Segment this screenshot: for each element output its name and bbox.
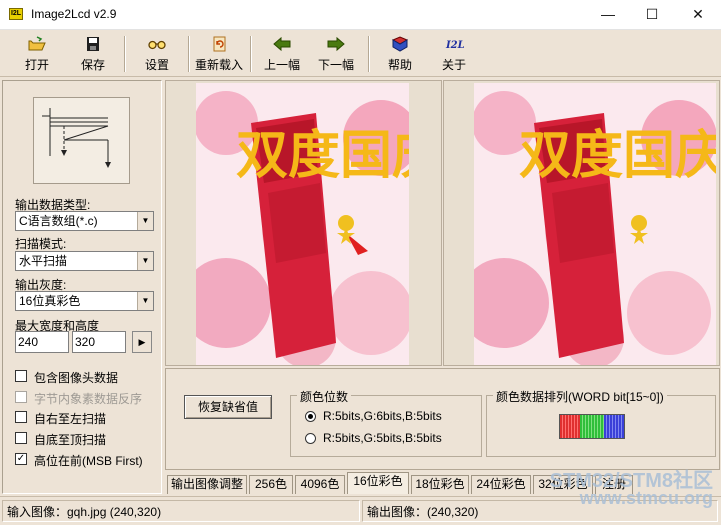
title-bar: I2L Image2Lcd v2.9 — ☐ ✕ — [0, 0, 721, 30]
toolbar-separator — [250, 36, 252, 72]
radio-555-circle[interactable] — [305, 433, 316, 444]
prev-label: 上一幅 — [263, 58, 300, 72]
color-bit-order-bar[interactable] — [559, 414, 625, 439]
max-height-input[interactable]: 320 — [72, 331, 126, 353]
color-settings-panel: 恢复缺省值 颜色位数 R:5bits,G:6bits,B:5bits R:5bi… — [165, 368, 720, 470]
maximize-button[interactable]: ☐ — [629, 0, 675, 30]
output-type-value: C语言数组(*.c) — [19, 214, 98, 228]
checkbox-bottom-to-top-label: 自底至顶扫描 — [34, 433, 107, 447]
output-image: 双度国庆 HAPPY NATION'S DAY — [474, 83, 716, 365]
svg-text:I2L: I2L — [445, 40, 464, 51]
scan-direction-icon — [42, 108, 111, 168]
arrow-right-icon — [327, 36, 345, 52]
input-image-artwork: 双度国庆 HAPPY NATION'S DAY — [196, 83, 409, 365]
checkbox-include-header-label: 包含图像头数据 — [34, 371, 119, 385]
next-button[interactable]: 下一幅 — [312, 33, 360, 75]
output-image-text: 双度国庆 HAPPY NATION'S DAY — [519, 125, 716, 186]
checkbox-msb-first-label: 高位在前(MSB First) — [34, 454, 143, 468]
checkbox-bottom-to-top-box[interactable] — [15, 432, 27, 444]
open-folder-icon — [28, 36, 46, 51]
open-button[interactable]: 打开 — [14, 33, 60, 75]
app-logo-icon: I2L — [9, 8, 23, 20]
i2l-logo-icon: I2L — [445, 40, 464, 51]
tab-24bit-color[interactable]: 24位彩色 — [471, 475, 531, 494]
window-title: Image2Lcd v2.9 — [31, 7, 117, 21]
color-order-group: 颜色数据排列(WORD bit[15~0]) — [486, 388, 716, 457]
radio-565-circle[interactable] — [305, 411, 316, 422]
tab-18bit-color[interactable]: 18位彩色 — [411, 475, 469, 494]
next-label: 下一幅 — [317, 58, 354, 72]
green-bits — [580, 415, 604, 438]
minimize-button[interactable]: — — [585, 0, 631, 30]
chevron-down-icon[interactable]: ▼ — [137, 212, 153, 230]
blue-bits — [604, 415, 624, 438]
reload-icon — [213, 36, 226, 52]
checkbox-right-to-left-box[interactable] — [15, 411, 27, 423]
color-order-title: 颜色数据排列(WORD bit[15~0]) — [493, 388, 667, 405]
tab-output-adjust[interactable]: 输出图像调整 — [167, 475, 247, 494]
help-button[interactable]: 帮助 — [378, 33, 422, 75]
save-button[interactable]: 保存 — [70, 33, 116, 75]
scan-mode-select[interactable]: 水平扫描 ▼ — [15, 251, 154, 271]
scan-mode-diagram — [33, 97, 130, 184]
apply-size-button[interactable]: ▶ — [132, 331, 152, 353]
output-type-select[interactable]: C语言数组(*.c) ▼ — [15, 211, 154, 231]
restore-defaults-button[interactable]: 恢复缺省值 — [184, 395, 272, 419]
checkbox-reverse-bytes-label: 字节内象素数据反序 — [34, 392, 143, 406]
max-width-input[interactable]: 240 — [15, 331, 69, 353]
red-bits — [560, 415, 580, 438]
prev-button[interactable]: 上一幅 — [258, 33, 306, 75]
tab-16bit-color[interactable]: 16位彩色 — [347, 472, 409, 494]
color-bits-title: 颜色位数 — [297, 388, 352, 405]
settings-button[interactable]: 设置 — [134, 33, 180, 75]
checkbox-right-to-left-label: 自右至左扫描 — [34, 412, 107, 426]
gray-level-select[interactable]: 16位真彩色 ▼ — [15, 291, 154, 311]
open-label: 打开 — [24, 58, 49, 72]
toolbar: 打开 保存 设置 重新载入 上一幅 下一幅 帮助 I2L 关于 — [0, 30, 721, 77]
output-image-panel: 双度国庆 HAPPY NATION'S DAY — [443, 80, 720, 366]
reload-label: 重新载入 — [194, 58, 243, 72]
watermark-url: www.stmcu.org — [579, 488, 713, 508]
tab-4096-color[interactable]: 4096色 — [295, 475, 345, 494]
arrow-left-icon — [273, 36, 291, 52]
radio-565-label: R:5bits,G:6bits,B:5bits — [323, 409, 442, 423]
chevron-down-icon[interactable]: ▼ — [137, 292, 153, 310]
output-image-artwork: 双度国庆 HAPPY NATION'S DAY — [474, 83, 716, 365]
checkbox-reverse-bytes-box — [15, 391, 27, 403]
radio-555-label: R:5bits,G:5bits,B:5bits — [323, 431, 442, 445]
checkbox-include-header-box[interactable] — [15, 370, 27, 382]
scan-mode-value: 水平扫描 — [19, 254, 68, 268]
reload-button[interactable]: 重新载入 — [192, 33, 246, 75]
input-image-text: 双度国庆 HAPPY NATION'S DAY — [236, 125, 409, 186]
input-image: 双度国庆 HAPPY NATION'S DAY — [196, 83, 409, 365]
toolbar-separator — [124, 36, 126, 72]
settings-label: 设置 — [144, 58, 169, 72]
gray-level-value: 16位真彩色 — [19, 294, 81, 308]
help-book-icon — [391, 36, 409, 52]
tab-256-color[interactable]: 256色 — [249, 475, 293, 494]
settings-panel: 输出数据类型: C语言数组(*.c) ▼ 扫描模式: 水平扫描 ▼ 输出灰度: … — [2, 80, 162, 494]
input-image-status: 输入图像：gqh.jpg (240,320) — [2, 500, 360, 522]
floppy-disk-icon — [87, 37, 99, 51]
chevron-down-icon[interactable]: ▼ — [137, 252, 153, 270]
toolbar-separator — [368, 36, 370, 72]
scan-mode-label: 扫描模式: — [15, 237, 67, 251]
save-label: 保存 — [80, 58, 105, 72]
about-label: 关于 — [441, 58, 466, 72]
help-label: 帮助 — [387, 58, 412, 72]
about-button[interactable]: I2L 关于 — [432, 33, 476, 75]
glasses-icon — [148, 40, 166, 50]
close-button[interactable]: ✕ — [675, 0, 721, 30]
checkbox-msb-first-box[interactable]: ✓ — [15, 453, 27, 465]
color-bits-group: 颜色位数 R:5bits,G:6bits,B:5bits R:5bits,G:5… — [290, 388, 482, 457]
input-image-panel: 双度国庆 HAPPY NATION'S DAY — [165, 80, 442, 366]
toolbar-separator — [188, 36, 190, 72]
